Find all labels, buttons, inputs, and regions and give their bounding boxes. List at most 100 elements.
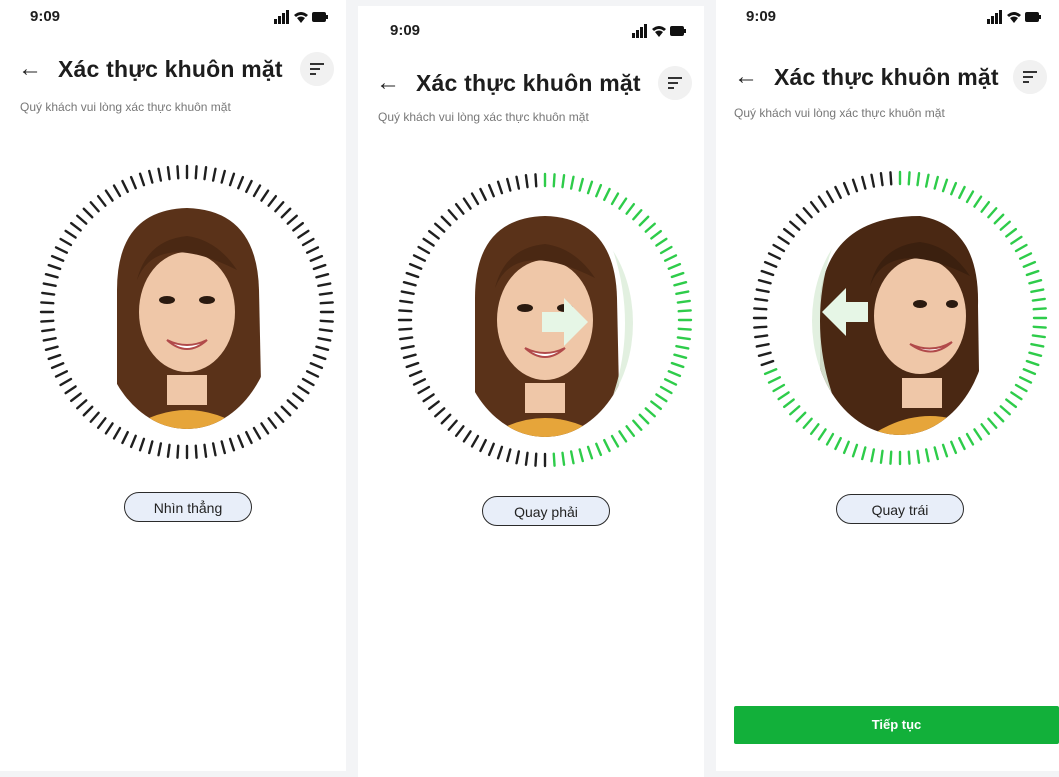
ring-tick bbox=[879, 172, 884, 187]
page-title: Xác thực khuôn mặt bbox=[58, 56, 283, 82]
ring-tick bbox=[757, 279, 772, 285]
continue-button[interactable]: Tiếp tục bbox=[734, 706, 1059, 744]
ring-tick bbox=[638, 413, 650, 425]
ring-tick bbox=[405, 271, 420, 279]
ring-tick bbox=[286, 399, 298, 410]
ring-tick bbox=[176, 444, 180, 459]
ring-tick bbox=[157, 167, 163, 182]
ring-tick bbox=[552, 452, 556, 467]
ring-tick bbox=[408, 262, 423, 270]
face-photo bbox=[99, 201, 275, 429]
ring-tick bbox=[889, 171, 893, 186]
ring-tick bbox=[842, 440, 850, 455]
ring-tick bbox=[1014, 383, 1028, 393]
page-subtitle: Quý khách vui lòng xác thực khuôn mặt bbox=[734, 106, 945, 120]
signal-icon bbox=[632, 24, 647, 38]
ring-tick bbox=[795, 411, 807, 423]
ring-tick bbox=[1025, 359, 1040, 367]
ring-tick bbox=[506, 448, 512, 463]
ring-tick bbox=[753, 307, 768, 311]
ring-tick bbox=[297, 229, 310, 239]
ring-tick bbox=[479, 187, 487, 202]
ring-tick bbox=[1018, 376, 1033, 384]
ring-tick bbox=[586, 445, 594, 460]
ring-tick bbox=[677, 327, 692, 331]
ring-tick bbox=[42, 282, 57, 288]
ring-tick bbox=[999, 405, 1011, 416]
ring-tick bbox=[667, 370, 682, 378]
ring-tick bbox=[121, 179, 129, 194]
battery-icon bbox=[670, 26, 686, 36]
ring-tick bbox=[69, 221, 82, 232]
signal-icon bbox=[274, 10, 289, 24]
ring-tick bbox=[655, 393, 668, 403]
ring-tick bbox=[76, 399, 88, 410]
ring-tick bbox=[1018, 252, 1033, 260]
ring-tick bbox=[670, 361, 685, 369]
ring-tick bbox=[907, 450, 911, 465]
status-bar: 9:09 bbox=[716, 8, 1059, 28]
ring-tick bbox=[569, 175, 575, 190]
ring-tick bbox=[644, 222, 656, 233]
filter-icon[interactable] bbox=[658, 66, 692, 100]
ring-tick bbox=[578, 177, 584, 192]
ring-tick bbox=[595, 442, 603, 457]
ring-tick bbox=[677, 309, 692, 313]
ring-tick bbox=[292, 221, 305, 232]
ring-tick bbox=[603, 187, 611, 202]
ring-tick bbox=[44, 345, 59, 351]
ring-tick bbox=[309, 362, 324, 370]
ring-tick bbox=[1032, 325, 1047, 329]
ring-tick bbox=[220, 169, 226, 184]
ring-tick bbox=[1028, 279, 1043, 285]
ring-tick bbox=[40, 319, 55, 323]
arrow-left-icon[interactable]: ← bbox=[18, 54, 44, 84]
ring-tick bbox=[670, 271, 685, 279]
ring-tick bbox=[675, 344, 690, 350]
ring-tick bbox=[211, 167, 217, 182]
ring-tick bbox=[595, 183, 603, 198]
filter-icon[interactable] bbox=[300, 52, 334, 86]
ring-tick bbox=[317, 336, 332, 342]
page-title: Xác thực khuôn mặt bbox=[774, 64, 999, 90]
wifi-icon bbox=[1007, 12, 1021, 23]
ring-tick bbox=[933, 175, 939, 190]
status-time: 9:09 bbox=[746, 8, 777, 25]
ring-tick bbox=[297, 385, 310, 395]
ring-tick bbox=[252, 184, 262, 198]
filter-icon[interactable] bbox=[1013, 60, 1047, 94]
ring-tick bbox=[121, 430, 129, 445]
arrow-left-icon[interactable]: ← bbox=[734, 62, 760, 92]
ring-tick bbox=[400, 344, 415, 350]
page-title: Xác thực khuôn mặt bbox=[416, 70, 641, 96]
header: ← Xác thực khuôn mặt bbox=[0, 52, 346, 90]
ring-tick bbox=[1022, 368, 1037, 376]
ring-tick bbox=[933, 446, 939, 461]
wifi-icon bbox=[652, 26, 666, 37]
arrow-left-icon[interactable]: ← bbox=[376, 68, 402, 98]
ring-tick bbox=[64, 229, 77, 239]
ring-tick bbox=[47, 353, 62, 361]
ring-tick bbox=[309, 254, 324, 262]
ring-tick bbox=[417, 385, 431, 395]
ring-tick bbox=[561, 174, 566, 189]
ring-tick bbox=[315, 345, 330, 351]
ring-tick bbox=[434, 222, 446, 233]
ring-tick bbox=[782, 227, 795, 238]
ring-tick bbox=[1005, 398, 1018, 409]
ring-tick bbox=[50, 362, 65, 370]
ring-tick bbox=[82, 405, 94, 417]
ring-tick bbox=[1010, 235, 1023, 245]
ring-tick bbox=[408, 370, 423, 378]
ring-tick bbox=[825, 190, 835, 204]
ring-tick bbox=[228, 437, 236, 452]
ring-tick bbox=[417, 245, 431, 255]
ring-tick bbox=[148, 440, 154, 455]
ring-tick bbox=[603, 438, 611, 453]
ring-tick bbox=[496, 180, 504, 195]
ring-tick bbox=[515, 450, 521, 465]
ring-tick bbox=[405, 361, 420, 369]
ring-tick bbox=[524, 451, 529, 466]
ring-tick bbox=[315, 273, 330, 279]
ring-tick bbox=[958, 436, 966, 451]
